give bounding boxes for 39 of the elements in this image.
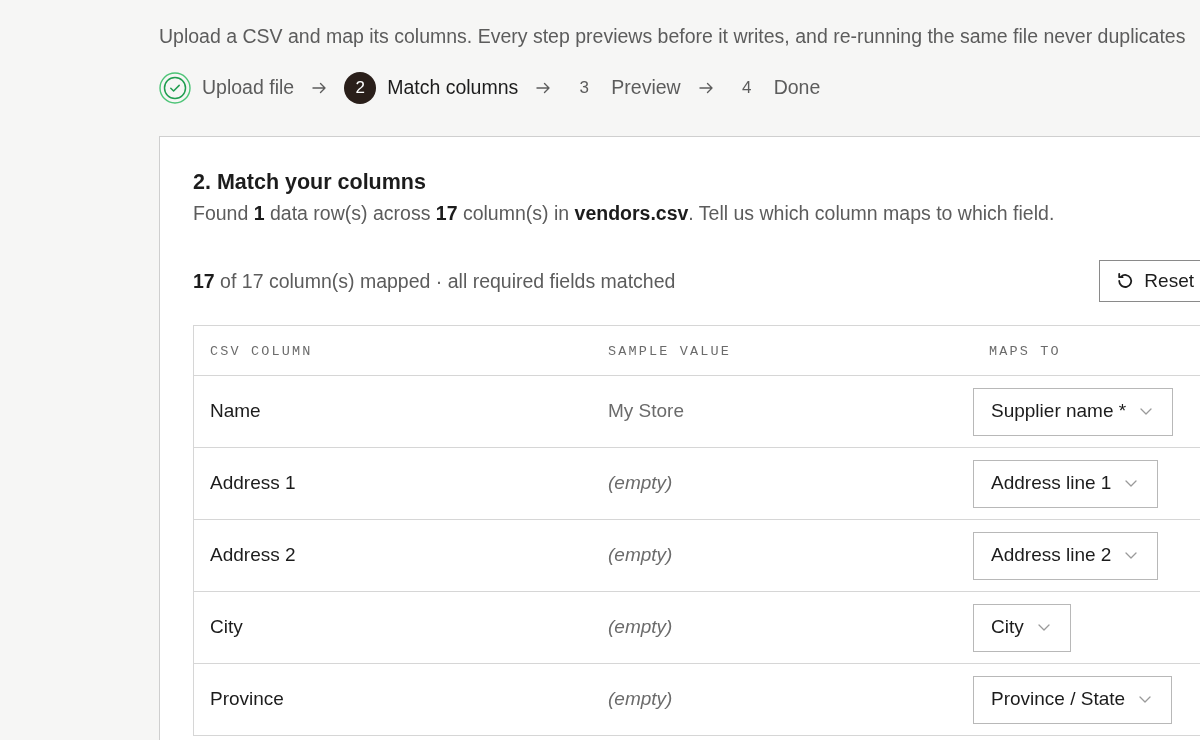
table-cell: (empty) (608, 688, 673, 710)
arrow-right-icon (536, 82, 551, 94)
table-cell: Address 2 (210, 544, 296, 566)
table-cell: Name (210, 400, 261, 422)
dropdown[interactable]: Address line 2 (973, 531, 1159, 580)
table-cell: My Store (608, 400, 685, 422)
chevron-down-icon (1140, 408, 1153, 415)
table-cell: (empty) (608, 616, 673, 638)
table-cell: (empty) (608, 472, 673, 494)
step-label: Upload file (202, 75, 295, 101)
description-text: Found 1 data row(s) across 17 column(s) in vendors.csv. Tell us which column maps to which field. (193, 201, 1055, 225)
chevron-down-icon (1139, 696, 1152, 703)
step-label: Preview (611, 75, 681, 101)
step-number: 3 (578, 77, 590, 100)
table-cell: (empty) (608, 544, 673, 566)
column-header: MAPS TO (989, 344, 1061, 360)
reset-button[interactable]: Reset (1099, 260, 1200, 302)
section-heading: 2. Match your columns (193, 169, 426, 195)
table-cell: City (210, 616, 243, 638)
column-header: CSV COLUMN (210, 344, 313, 360)
step-label: Done (773, 75, 821, 101)
chevron-down-icon (1037, 624, 1050, 631)
step-number: 2 (344, 72, 377, 104)
arrow-right-icon (698, 82, 713, 94)
chevron-down-icon (1125, 480, 1138, 487)
dropdown[interactable]: City (973, 603, 1071, 652)
dropdown[interactable]: Address line 1 (973, 459, 1159, 508)
column-header: SAMPLE VALUE (608, 344, 732, 360)
dropdown[interactable]: Province / State (973, 675, 1173, 724)
chevron-down-icon (1125, 552, 1138, 559)
table-cell: Address 1 (210, 472, 296, 494)
step-number: 4 (740, 77, 753, 100)
mapping-summary: 17 of 17 column(s) mapped · all required fields matched (193, 269, 676, 293)
arrow-right-icon (312, 82, 327, 94)
table-cell: Province (210, 688, 284, 710)
intro-text: Upload a CSV and map its columns. Every step previews before it writes, and re-running the same file never duplicates (159, 24, 1186, 48)
counterclockwise-arrow-icon (1116, 272, 1135, 290)
dropdown[interactable]: Supplier name * (973, 387, 1174, 436)
step-label: Match columns (387, 75, 519, 101)
